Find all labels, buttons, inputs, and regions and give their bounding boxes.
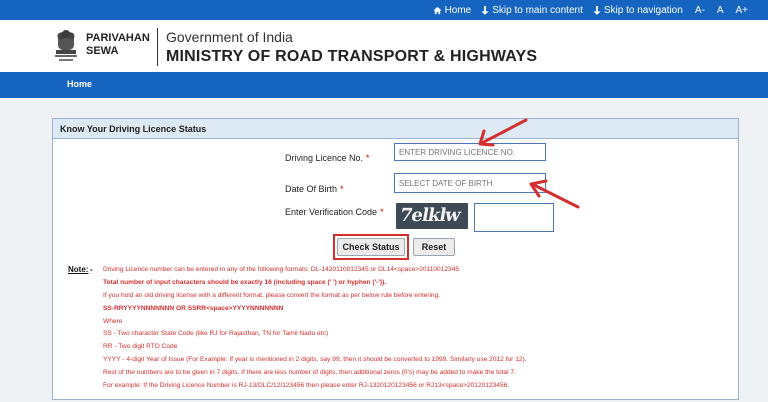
note-line: Driving Licence number can be entered in…: [103, 266, 460, 273]
note-line: YYYY - 4-digit Year of Issue (For Exampl…: [103, 356, 527, 363]
note-line: SS-RRYYYYNNNNNNN OR SSRR<space>YYYYNNNNN…: [103, 305, 284, 312]
note-line: SS - Two character State Code (like RJ f…: [103, 330, 329, 337]
arrow-annotation: [480, 118, 528, 145]
note-line: For example: If the Driving Licence Numb…: [103, 382, 510, 389]
note-line: Total number of input characters should …: [103, 279, 387, 286]
note-label: Note:: [68, 265, 89, 274]
note-line: Rest of the numbers are to be given in 7…: [103, 369, 516, 376]
note-line: Where: [103, 318, 123, 325]
annotation-arrows: [478, 118, 580, 209]
note-line: RR - Two digit RTO Code: [103, 343, 178, 350]
note-line: If you hold an old driving license with …: [103, 292, 441, 299]
note-dash: -: [90, 265, 93, 274]
